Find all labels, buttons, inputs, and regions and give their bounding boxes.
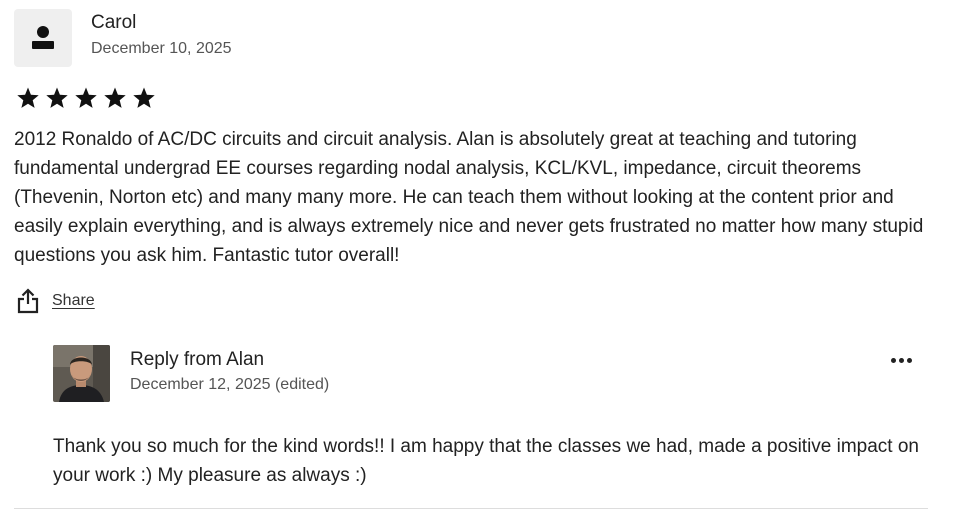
- more-options-dot: [898, 357, 904, 363]
- reviewer-name: Carol: [91, 12, 137, 33]
- review-text: 2012 Ronaldo of AC/DC circuits and circu…: [14, 129, 924, 266]
- star-icon: [104, 87, 126, 108]
- more-options-button[interactable]: [886, 350, 916, 370]
- reply-date: December 12, 2025 (edited): [130, 376, 330, 393]
- star-rating: [16, 86, 156, 110]
- owner-avatar: [53, 345, 110, 402]
- review-card: Carol December 10, 2025 2012 Ronaldo of …: [0, 0, 960, 514]
- review-date: December 10, 2025: [91, 40, 232, 57]
- more-options-dot: [906, 357, 912, 363]
- share-icon: [17, 288, 39, 314]
- divider: [14, 508, 928, 509]
- star-icon: [46, 87, 68, 108]
- reply-title: Reply from Alan: [130, 349, 265, 370]
- more-options-icon: [890, 357, 896, 363]
- reviewer-avatar: [14, 9, 72, 67]
- star-icon: [17, 87, 39, 108]
- star-icon: [75, 87, 97, 108]
- person-icon: [32, 26, 54, 49]
- share-label[interactable]: Share: [52, 292, 95, 310]
- share-button[interactable]: Share: [17, 288, 95, 314]
- reply-text: Thank you so much for the kind words!! I…: [53, 436, 920, 486]
- star-icon: [133, 87, 155, 108]
